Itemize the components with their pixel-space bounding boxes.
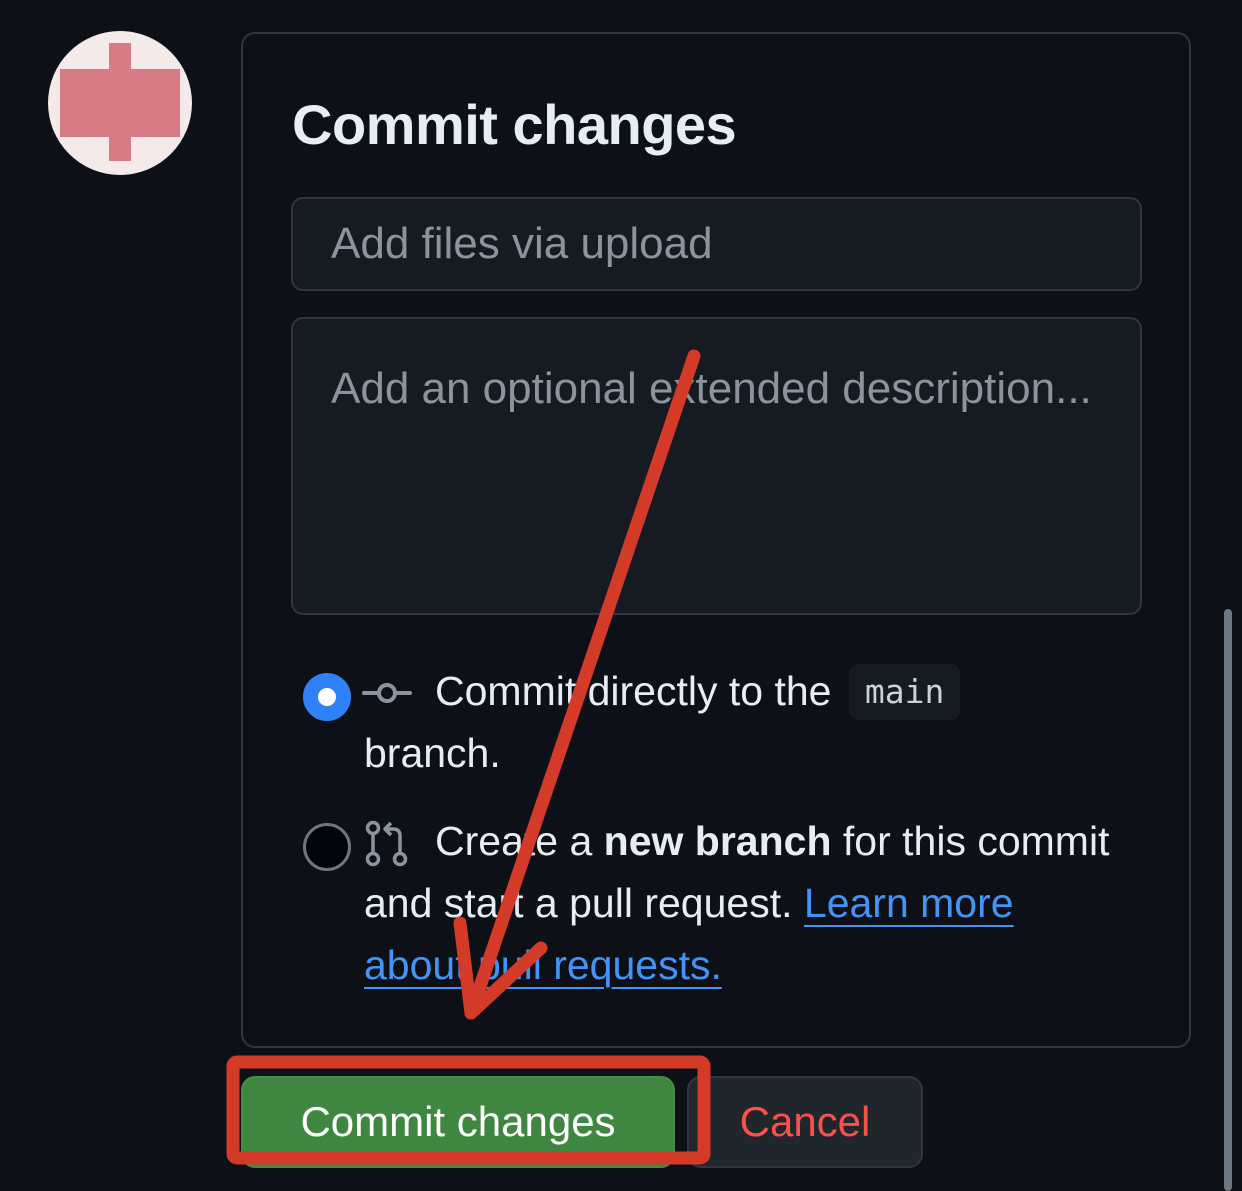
dialog-title: Commit changes [292,93,737,156]
commit-description-textarea[interactable] [291,317,1142,615]
commit-direct-text-end: branch. [364,730,501,776]
commit-direct-radio[interactable] [303,673,351,721]
new-branch-bold: new branch [603,818,832,864]
scrollbar-thumb[interactable] [1224,609,1232,1191]
commit-changes-button[interactable]: Commit changes [241,1076,675,1168]
commit-direct-label: Commit directly to the main branch. [364,660,1064,784]
avatar-identicon-horizontal [60,69,180,137]
new-branch-radio[interactable] [303,823,351,871]
commit-page: Commit changes Commit directly to the ma… [0,0,1242,1191]
commit-direct-text: Commit directly to the [435,668,832,714]
new-branch-label: Create a new branch for this commit and … [364,810,1124,996]
cancel-button[interactable]: Cancel [687,1076,923,1168]
new-branch-text-start: Create a [435,818,593,864]
user-avatar[interactable] [48,31,192,175]
branch-name-badge: main [848,664,961,720]
commit-summary-input[interactable] [291,197,1142,291]
